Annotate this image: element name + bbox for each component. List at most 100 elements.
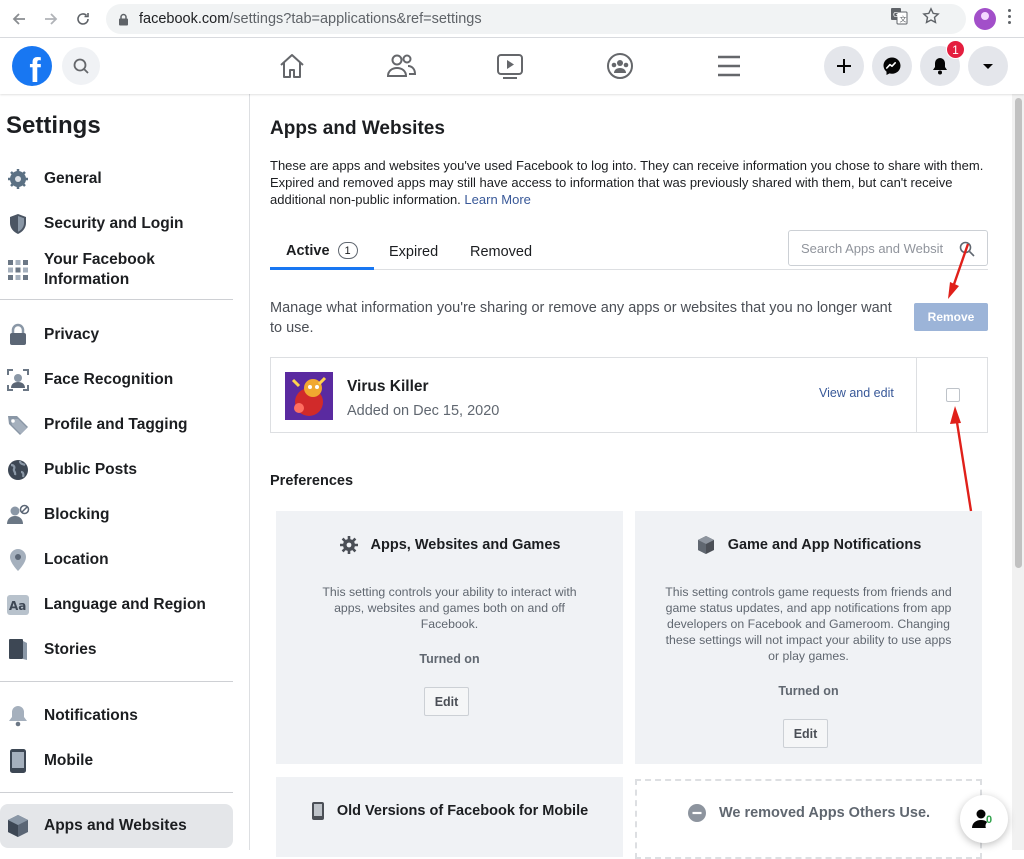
sidebar-divider (0, 681, 233, 682)
sidebar-item-stories[interactable]: Stories (0, 637, 233, 663)
sidebar-item-language-and-region[interactable]: Aa Language and Region (0, 592, 233, 618)
address-bar[interactable]: facebook.com/settings?tab=applications&r… (106, 4, 966, 34)
sidebar-item-your-facebook-information[interactable]: Your Facebook Information (0, 250, 233, 290)
tab-removed[interactable]: Removed (470, 234, 532, 270)
messenger-button[interactable] (872, 46, 912, 86)
svg-text:文: 文 (900, 15, 907, 24)
sidebar-item-profile-and-tagging[interactable]: Profile and Tagging (0, 412, 233, 438)
page-description: These are apps and websites you've used … (270, 157, 990, 208)
search-apps-input[interactable]: Search Apps and Websit (788, 230, 988, 266)
pin-icon (5, 547, 31, 573)
sidebar-item-label: Face Recognition (44, 371, 174, 388)
sidebar-item-privacy[interactable]: Privacy (0, 322, 233, 348)
profile-avatar[interactable] (974, 8, 996, 30)
divider (916, 358, 917, 432)
sidebar-item-public-posts[interactable]: Public Posts (0, 457, 233, 483)
page-scrollbar[interactable] (1012, 94, 1024, 850)
search-icon (959, 241, 975, 257)
tab-label: Active (286, 242, 330, 259)
browser-menu-icon[interactable] (1008, 9, 1012, 29)
card-title-text: Game and App Notifications (727, 537, 922, 553)
phone-icon (311, 801, 325, 821)
sidebar-item-general[interactable]: General (0, 166, 233, 192)
learn-more-link[interactable]: Learn More (464, 192, 530, 207)
bookmark-star-icon[interactable] (922, 7, 940, 25)
messenger-icon (883, 57, 901, 75)
sidebar-item-label: Your Facebook Information (44, 251, 155, 288)
svg-text:G: G (893, 11, 898, 19)
sidebar-item-label: Public Posts (44, 461, 138, 478)
sidebar-title: Settings (6, 112, 101, 139)
sidebar-item-apps-and-websites[interactable]: Apps and Websites (0, 804, 233, 848)
cube-icon (5, 813, 31, 839)
grid-icon (5, 257, 31, 283)
sidebar-item-mobile[interactable]: Mobile (0, 748, 233, 774)
gear-icon (339, 535, 359, 555)
edit-button[interactable]: Edit (424, 687, 469, 716)
block-user-icon (5, 502, 31, 528)
forward-arrow-icon[interactable] (36, 4, 66, 34)
card-description: This setting controls game requests from… (665, 585, 952, 663)
minus-circle-icon (687, 803, 707, 823)
scrollbar-thumb[interactable] (1015, 98, 1022, 568)
sidebar-divider (0, 792, 233, 793)
box-icon (696, 535, 716, 555)
sidebar-item-notifications[interactable]: Notifications (0, 703, 233, 729)
lock-icon (5, 322, 31, 348)
page-title: Apps and Websites (270, 118, 445, 139)
description-text: These are apps and websites you've used … (270, 158, 984, 207)
account-button[interactable] (968, 46, 1008, 86)
plus-icon (837, 59, 851, 73)
card-title: Apps, Websites and Games (276, 535, 623, 555)
sidebar-item-label: Security and Login (44, 215, 184, 232)
sidebar-item-label: Blocking (44, 506, 110, 523)
back-arrow-icon[interactable] (4, 4, 34, 34)
browser-toolbar: facebook.com/settings?tab=applications&r… (0, 0, 1024, 38)
sidebar-item-security-and-login[interactable]: Security and Login (0, 211, 233, 237)
app-select-checkbox[interactable] (946, 388, 960, 402)
apps-websites-games-card: Apps, Websites and Games This setting co… (276, 511, 623, 764)
sidebar-item-blocking[interactable]: Blocking (0, 502, 233, 528)
groups-icon[interactable] (604, 50, 636, 82)
sidebar-item-location[interactable]: Location (0, 547, 233, 573)
sidebar-item-label: Mobile (44, 752, 94, 769)
edit-button[interactable]: Edit (783, 719, 828, 748)
facebook-logo[interactable]: f (12, 46, 52, 86)
search-button[interactable] (62, 47, 100, 85)
reload-icon[interactable] (68, 4, 98, 34)
sidebar-item-label: Stories (44, 641, 97, 658)
translate-icon[interactable]: G文 (890, 7, 908, 25)
sidebar-divider (0, 299, 233, 300)
menu-icon[interactable] (713, 50, 745, 82)
card-title: Game and App Notifications (635, 535, 982, 555)
create-button[interactable] (824, 46, 864, 86)
main-content: Apps and Websites These are apps and web… (250, 94, 1012, 859)
contacts-float-button[interactable]: 0 (960, 795, 1008, 843)
card-title-text: Apps, Websites and Games (370, 537, 561, 553)
preferences-title: Preferences (270, 473, 354, 489)
remove-button[interactable]: Remove (914, 303, 988, 331)
bell-icon (933, 58, 947, 75)
card-title: We removed Apps Others Use. (637, 803, 980, 823)
tag-icon (5, 412, 31, 438)
card-status: Turned on (778, 684, 839, 698)
tab-active[interactable]: Active 1 (270, 234, 374, 270)
view-and-edit-link[interactable]: View and edit (819, 386, 894, 400)
watch-icon[interactable] (494, 50, 526, 82)
home-icon[interactable] (276, 50, 308, 82)
tab-expired[interactable]: Expired (389, 234, 438, 270)
tab-count-badge: 1 (337, 242, 358, 259)
bell-icon (5, 703, 31, 729)
card-status: Turned on (419, 652, 480, 666)
friends-icon[interactable] (385, 50, 417, 82)
sidebar-item-label: Language and Region (44, 596, 206, 613)
face-icon (5, 367, 31, 393)
app-name: Virus Killer (347, 378, 429, 395)
url-text: facebook.com/settings?tab=applications&r… (139, 11, 482, 27)
sidebar-item-label: Location (44, 551, 109, 568)
app-thumbnail (285, 372, 333, 420)
card-title: Old Versions of Facebook for Mobile (276, 801, 623, 821)
notification-badge: 1 (946, 40, 965, 59)
sidebar-item-label: Apps and Websites (44, 817, 187, 834)
sidebar-item-face-recognition[interactable]: Face Recognition (0, 367, 233, 393)
